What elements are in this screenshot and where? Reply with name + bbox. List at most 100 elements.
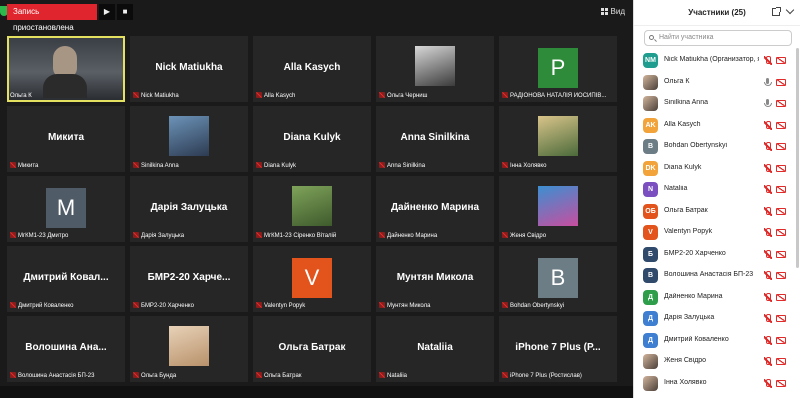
video-off-icon[interactable]	[776, 57, 786, 64]
video-tile[interactable]: Nataliia Nataliia	[376, 316, 494, 382]
microphone-muted-icon[interactable]	[764, 357, 772, 366]
mic-muted-icon	[502, 162, 508, 168]
mic-muted-icon	[133, 372, 139, 378]
video-off-icon[interactable]	[776, 293, 786, 301]
microphone-muted-icon[interactable]	[764, 249, 772, 259]
video-tile[interactable]: Nick Matiukha Nick Matiukha	[130, 36, 248, 102]
microphone-muted-icon[interactable]	[764, 120, 772, 130]
video-off-icon[interactable]	[776, 229, 786, 236]
video-off-icon[interactable]	[776, 336, 786, 344]
participant-list-item[interactable]: Женя Свідро	[640, 351, 792, 373]
video-tile[interactable]: B Bohdan Obertynskyi	[499, 246, 617, 312]
video-off-icon[interactable]	[776, 379, 786, 387]
tile-footer: Alla Kasych	[256, 92, 368, 100]
video-tile[interactable]: Волошина Ана... Волошина Анастасія БП-23	[7, 316, 125, 382]
video-tile[interactable]: Ольга К	[7, 36, 125, 102]
video-tile[interactable]: Микита Микита	[7, 106, 125, 172]
microphone-muted-icon[interactable]	[764, 292, 772, 302]
profile-photo	[292, 186, 332, 226]
view-button[interactable]: Вид	[600, 4, 625, 20]
mic-muted-icon	[379, 162, 385, 168]
microphone-muted-icon[interactable]	[764, 185, 772, 194]
participant-name: Дарія Залуцька	[664, 314, 715, 321]
video-off-icon[interactable]	[776, 272, 786, 279]
video-tile[interactable]: Женя Свідро	[499, 176, 617, 242]
video-tile[interactable]: Ольга Батрак Ольга Батрак	[253, 316, 371, 382]
tile-display-name: Nick Matiukha	[155, 62, 223, 73]
participant-list-item[interactable]: Д Дмитрий Коваленко	[640, 330, 792, 352]
video-off-icon[interactable]	[776, 207, 786, 215]
video-tile[interactable]: P РАДІОНОВА НАТАЛІЯ ЙОСИПІВ...	[499, 36, 617, 102]
participant-name: Alla Kasych	[664, 120, 701, 128]
video-tile[interactable]: Diana Kulyk Diana Kulyk	[253, 106, 371, 172]
resume-recording-button[interactable]: ▶	[99, 4, 115, 20]
video-off-icon[interactable]	[776, 358, 786, 365]
video-tile[interactable]: МгКМ1-23 Сіренко Віталій	[253, 176, 371, 242]
participant-list-item[interactable]: Д Дайненко Марина	[640, 287, 792, 309]
participant-list-item[interactable]: ОБ Ольга Батрак	[640, 201, 792, 223]
video-off-icon[interactable]	[776, 121, 786, 129]
microphone-muted-icon[interactable]	[764, 271, 772, 280]
microphone-icon[interactable]	[764, 77, 772, 87]
participant-name: Дайненко Марина	[664, 292, 723, 300]
tile-footer-name: Дайненко Марина	[387, 233, 438, 239]
video-tile[interactable]: Мунтян Микола Мунтян Микола	[376, 246, 494, 312]
avatar	[643, 375, 658, 391]
participant-list-item[interactable]: Б БМР2-20 Харченко	[640, 244, 792, 266]
tile-footer-name: Волошина Анастасія БП-23	[18, 373, 95, 379]
microphone-muted-icon[interactable]	[764, 206, 772, 216]
video-tile[interactable]: Дмитрий Ковал... Дмитрий Коваленко	[7, 246, 125, 312]
tile-footer: Мунтян Микола	[379, 302, 491, 310]
microphone-muted-icon[interactable]	[764, 378, 772, 388]
stop-recording-button[interactable]: ■	[117, 4, 133, 20]
video-tile[interactable]: БМР2-20 Харче... БМР2-20 Харченко	[130, 246, 248, 312]
tile-footer-name: Ольга Батрак	[264, 373, 302, 379]
participant-list-item[interactable]: V Valentyn Popyk	[640, 222, 792, 244]
video-off-icon[interactable]	[776, 100, 786, 107]
video-tile[interactable]: Ольга Черниш	[376, 36, 494, 102]
participant-name: Дмитрий Коваленко	[664, 335, 729, 343]
participant-list-scrollbar[interactable]	[796, 48, 799, 268]
participant-list-item[interactable]: AK Alla Kasych	[640, 115, 792, 137]
participant-list-item[interactable]: В Волошина Анастасія БП-23	[640, 265, 792, 287]
popout-icon[interactable]	[772, 7, 781, 16]
video-tile[interactable]: Sinilkina Anna	[130, 106, 248, 172]
microphone-muted-icon[interactable]	[764, 56, 772, 65]
video-tile[interactable]: Anna Sinilkina Anna Sinilkina	[376, 106, 494, 172]
tile-footer: Nick Matiukha	[133, 92, 245, 100]
microphone-muted-icon[interactable]	[764, 228, 772, 237]
participant-search-input[interactable]: Найти участника	[644, 30, 792, 46]
microphone-muted-icon[interactable]	[764, 314, 772, 323]
participant-list-item[interactable]: DK Diana Kulyk	[640, 158, 792, 180]
microphone-icon[interactable]	[764, 99, 772, 108]
video-off-icon[interactable]	[776, 250, 786, 258]
participant-list-item[interactable]: Інна Холявко	[640, 373, 792, 395]
microphone-muted-icon[interactable]	[764, 163, 772, 173]
video-tile[interactable]: iPhone 7 Plus (P... iPhone 7 Plus (Ростис…	[499, 316, 617, 382]
video-tile[interactable]: V Valentyn Popyk	[253, 246, 371, 312]
video-tile[interactable]: Інна Холявко	[499, 106, 617, 172]
video-off-icon[interactable]	[776, 315, 786, 322]
participant-name: БМР2-20 Харченко	[664, 249, 726, 257]
participant-list-item[interactable]: B Bohdan Obertynskyi	[640, 136, 792, 158]
video-off-icon[interactable]	[776, 164, 786, 172]
participant-list-item[interactable]: N Nataliia	[640, 179, 792, 201]
avatar: NM	[643, 53, 658, 68]
tile-footer-name: Ольга Черниш	[387, 93, 428, 99]
video-tile[interactable]: Дарія Залуцька Дарія Залуцька	[130, 176, 248, 242]
video-tile[interactable]: Alla Kasych Alla Kasych	[253, 36, 371, 102]
participant-list-item[interactable]: Sinilkina Anna	[640, 93, 792, 115]
participant-list-item[interactable]: Ольга К	[640, 72, 792, 94]
video-off-icon[interactable]	[776, 78, 786, 86]
video-tile[interactable]: Дайненко Марина Дайненко Марина	[376, 176, 494, 242]
profile-photo	[538, 116, 578, 156]
microphone-muted-icon[interactable]	[764, 335, 772, 345]
video-off-icon[interactable]	[776, 143, 786, 150]
recording-paused-button[interactable]: Запись приостановлена	[7, 4, 97, 32]
video-off-icon[interactable]	[776, 186, 786, 193]
participant-list-item[interactable]: NM Nick Matiukha (Организатор, я)	[640, 50, 792, 72]
video-tile[interactable]: M МгКМ1-23 Дмитро	[7, 176, 125, 242]
participant-list-item[interactable]: Д Дарія Залуцька	[640, 308, 792, 330]
video-tile[interactable]: Ольга Бунда	[130, 316, 248, 382]
microphone-muted-icon[interactable]	[764, 142, 772, 151]
